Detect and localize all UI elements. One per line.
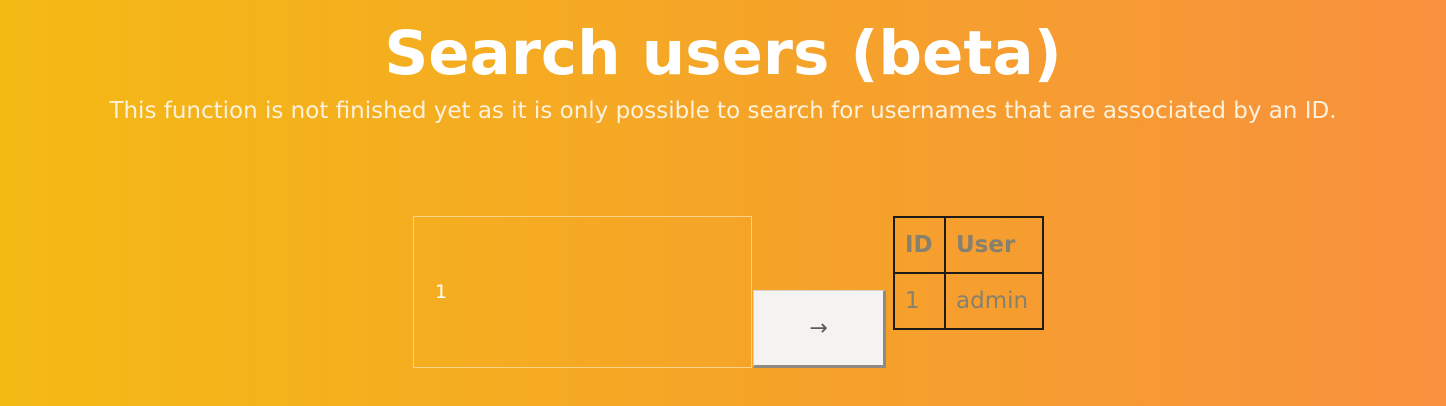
column-header-user: User (944, 216, 1044, 274)
page-title: Search users (beta) (384, 18, 1062, 89)
table-row: 1 admin (893, 272, 1044, 330)
table-header-row: ID User (893, 216, 1044, 274)
arrow-right-icon: → (809, 315, 828, 341)
cell-user: admin (944, 272, 1044, 330)
column-header-id: ID (893, 216, 946, 274)
page-subtitle: This function is not finished yet as it … (109, 98, 1337, 124)
search-input[interactable] (413, 216, 752, 368)
search-submit-button[interactable]: → (753, 290, 886, 368)
cell-id: 1 (893, 272, 946, 330)
results-table: ID User 1 admin (893, 216, 1044, 330)
